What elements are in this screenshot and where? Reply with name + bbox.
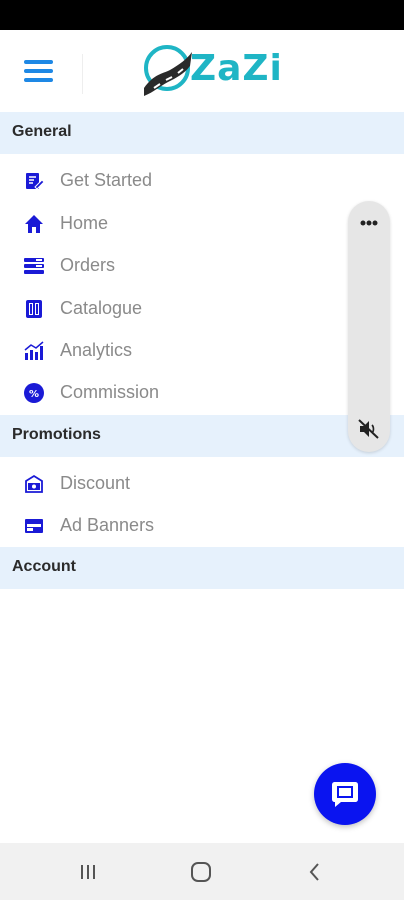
nav-item-label: Ad Banners (60, 515, 155, 535)
book-icon (26, 300, 42, 318)
zazi-logo: ZaZi (140, 44, 290, 100)
nav-item-orders[interactable]: Orders (0, 244, 340, 286)
recents-icon[interactable] (73, 859, 103, 885)
house-icon (25, 215, 43, 233)
nav-item-label: Catalogue (60, 298, 143, 318)
bar-chart-icon (24, 341, 44, 360)
nav-item-ad-banners[interactable]: Ad Banners (0, 504, 340, 546)
back-arrow-icon[interactable] (300, 859, 330, 885)
chat-bubble-icon (332, 782, 358, 807)
home-circle-icon[interactable] (186, 859, 216, 885)
hamburger-menu-icon[interactable] (24, 60, 54, 84)
banner-icon (25, 519, 43, 533)
nav-item-label: Discount (60, 473, 131, 493)
nav-item-catalogue[interactable]: Catalogue (0, 287, 340, 329)
app-header: ZaZi (0, 30, 404, 112)
percent-badge-icon: % (24, 383, 44, 403)
volume-mute-icon[interactable] (356, 417, 382, 441)
section-title: General (12, 123, 72, 140)
discount-tag-icon (25, 474, 43, 493)
section-header-general: General (0, 112, 404, 154)
more-horizontal-icon[interactable] (352, 211, 386, 235)
section-title: Account (12, 558, 76, 575)
nav-item-get-started[interactable]: Get Started (0, 159, 340, 201)
nav-item-label: Commission (60, 382, 160, 402)
nav-item-analytics[interactable]: Analytics (0, 329, 340, 371)
nav-item-label: Home (60, 213, 109, 233)
nav-item-home[interactable]: Home (0, 202, 340, 244)
nav-item-label: Analytics (60, 340, 133, 360)
nav-item-discount[interactable]: Discount (0, 462, 340, 504)
section-title: Promotions (12, 426, 101, 443)
logo-text: ZaZi (190, 48, 283, 89)
nav-item-label: Get Started (60, 170, 153, 190)
section-header-account: Account (0, 547, 404, 589)
floating-side-panel (348, 201, 390, 452)
svg-text:%: % (29, 389, 39, 400)
header-divider (82, 54, 83, 94)
nav-item-commission[interactable]: % Commission (0, 371, 340, 413)
chat-button[interactable] (314, 763, 376, 825)
status-bar (0, 0, 404, 30)
system-navigation-bar (0, 843, 404, 900)
nav-item-label: Orders (60, 255, 116, 275)
edit-document-icon (26, 173, 44, 190)
section-header-promotions: Promotions (0, 415, 404, 457)
list-icon (24, 258, 44, 274)
